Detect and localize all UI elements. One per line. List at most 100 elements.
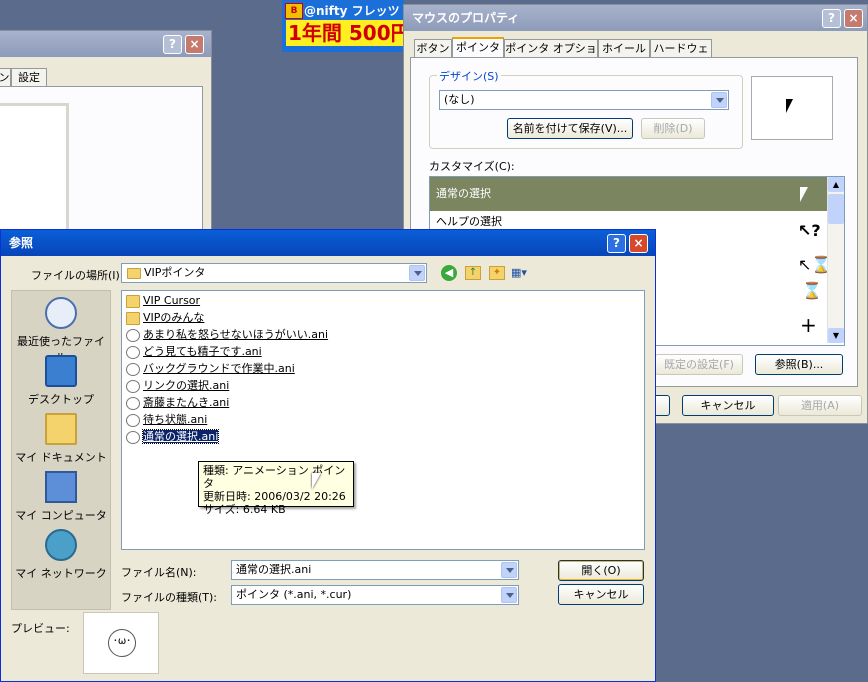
list-item[interactable]: あまり私を怒らせないほうがいい.ani <box>126 327 328 343</box>
my-network-icon <box>45 529 77 561</box>
place-label: マイ コンピュータ <box>15 509 107 522</box>
crosshair-icon: + <box>800 313 817 337</box>
place-label: デスクトップ <box>28 393 94 406</box>
design-value: (なし) <box>444 93 475 106</box>
chevron-down-icon[interactable] <box>501 587 517 603</box>
up-folder-icon[interactable]: ↑ <box>465 266 481 280</box>
left-window-titlebar: ? × <box>0 31 211 57</box>
places-bar: 最近使ったファイル デスクトップ マイ ドキュメント マイ コンピュータ マイ … <box>11 290 111 610</box>
tab-hardware[interactable]: ハードウェア <box>650 39 712 72</box>
filetype-value: ポインタ (*.ani, *.cur) <box>236 588 352 601</box>
scroll-down-icon[interactable]: ▼ <box>828 328 844 343</box>
chevron-down-icon[interactable] <box>711 92 727 108</box>
place-label: マイ ネットワーク <box>15 567 107 580</box>
browse-button[interactable]: 参照(B)... <box>755 354 843 375</box>
ad-logo-icon: B <box>285 3 303 19</box>
cursor-item-label: ヘルプの選択 <box>436 215 502 228</box>
preview-label: プレビュー: <box>11 622 70 635</box>
cursor-item-label: 通常の選択 <box>436 187 491 200</box>
cancel-button[interactable]: キャンセル <box>682 395 774 416</box>
back-icon[interactable]: ◀ <box>441 265 457 281</box>
look-in-label: ファイルの場所(I): <box>31 269 124 282</box>
file-list[interactable]: VIP Cursor VIPのみんな あまり私を怒らせないほうがいい.ani ど… <box>121 290 645 550</box>
help-icon[interactable]: ? <box>822 9 841 28</box>
list-item[interactable]: どう見ても精子です.ani <box>126 344 262 360</box>
filetype-select[interactable]: ポインタ (*.ani, *.cur) <box>231 585 519 605</box>
my-computer-icon <box>45 471 77 503</box>
close-icon[interactable]: × <box>185 35 204 54</box>
look-in-select[interactable]: VIPポインタ <box>121 263 427 283</box>
ad-banner[interactable]: B @nifty フレッツ・AD 1年間 500円 / <box>282 0 404 52</box>
cancel-button[interactable]: キャンセル <box>558 584 644 605</box>
place-my-network[interactable]: マイ ネットワーク <box>12 527 110 583</box>
chevron-down-icon[interactable] <box>409 265 425 281</box>
mouse-properties-titlebar: マウスのプロパティ ? × <box>404 5 867 31</box>
my-documents-icon <box>45 413 77 445</box>
animated-cursor-icon <box>126 396 140 410</box>
scroll-thumb[interactable] <box>828 194 844 224</box>
list-item[interactable]: 待ち状態.ani <box>126 412 207 428</box>
chevron-down-icon[interactable] <box>501 562 517 578</box>
list-item[interactable]: 斎藤またんき.ani <box>126 395 229 411</box>
close-icon[interactable]: × <box>844 9 863 28</box>
customize-label: カスタマイズ(C): <box>429 160 515 173</box>
place-recent[interactable]: 最近使ったファイル <box>12 295 110 364</box>
tab-partial[interactable]: ン <box>0 68 11 86</box>
scroll-up-icon[interactable]: ▲ <box>828 177 844 192</box>
help-cursor-icon: ↖? <box>798 221 821 240</box>
list-item-selected[interactable]: 通常の選択.ani <box>126 429 220 445</box>
browse-title: 参照 <box>9 236 34 250</box>
cursor-preview-box <box>751 76 833 140</box>
tab-pointer-options[interactable]: ポインタ オプション <box>504 39 598 72</box>
delete-button[interactable]: 削除(D) <box>641 118 705 139</box>
tab-button[interactable]: ボタン <box>414 39 452 57</box>
arrow-cursor-icon <box>800 187 808 202</box>
place-my-documents[interactable]: マイ ドキュメント <box>12 411 110 467</box>
mouse-properties-title: マウスのプロパティ <box>412 11 520 25</box>
folder-icon <box>127 268 141 279</box>
animated-cursor-icon <box>126 430 140 444</box>
filename-value: 通常の選択.ani <box>236 563 312 576</box>
close-icon[interactable]: × <box>629 234 648 253</box>
save-as-button[interactable]: 名前を付けて保存(V)... <box>507 118 633 139</box>
tooltip-modified: 更新日時: 2006/03/2 20:26 <box>203 490 346 503</box>
animated-cursor-icon <box>126 345 140 359</box>
tab-settings[interactable]: 設定 <box>11 68 47 86</box>
cursor-item-selected[interactable]: 通常の選択 <box>430 177 827 211</box>
browse-titlebar: 参照 ? × <box>1 230 655 256</box>
apply-button[interactable]: 適用(A) <box>778 395 862 416</box>
file-tooltip: 種類: アニメーション ポインタ 更新日時: 2006/03/2 20:26 サ… <box>198 461 354 516</box>
desktop-icon <box>45 355 77 387</box>
ad-line1: @nifty フレッツ・AD <box>304 4 404 18</box>
arrow-cursor-icon <box>786 99 793 113</box>
filename-input[interactable]: 通常の選択.ani <box>231 560 519 580</box>
animated-cursor-icon <box>126 362 140 376</box>
list-item[interactable]: VIP Cursor <box>126 293 200 309</box>
new-folder-icon[interactable]: ✦ <box>489 266 505 280</box>
folder-icon <box>126 311 140 325</box>
look-in-value: VIPポインタ <box>144 266 206 279</box>
recent-files-icon <box>45 297 77 329</box>
place-my-computer[interactable]: マイ コンピュータ <box>12 469 110 525</box>
tab-wheel[interactable]: ホイール <box>598 39 650 57</box>
ghost-cursor-icon: ･ω･ <box>108 629 136 657</box>
place-label: マイ ドキュメント <box>15 451 107 464</box>
animated-cursor-icon <box>126 379 140 393</box>
design-label: デザイン(S) <box>437 68 501 84</box>
help-icon[interactable]: ? <box>607 234 626 253</box>
place-desktop[interactable]: デスクトップ <box>12 353 110 409</box>
scrollbar[interactable]: ▲ ▼ <box>827 177 844 343</box>
design-select[interactable]: (なし) <box>439 90 729 110</box>
list-item[interactable]: バックグラウンドで作業中.ani <box>126 361 295 377</box>
list-item[interactable]: VIPのみんな <box>126 310 204 326</box>
help-icon[interactable]: ? <box>163 35 182 54</box>
default-settings-button[interactable]: 既定の設定(F) <box>655 354 743 375</box>
mouse-pointer-icon <box>312 473 321 489</box>
folder-icon <box>126 294 140 308</box>
list-item[interactable]: リンクの選択.ani <box>126 378 229 394</box>
view-menu-icon[interactable]: ▦▾ <box>511 266 533 280</box>
tab-pointer[interactable]: ポインタ <box>452 37 504 57</box>
cursor-item[interactable]: ヘルプの選択 <box>436 215 502 229</box>
animated-cursor-icon <box>126 413 140 427</box>
open-button[interactable]: 開く(O) <box>558 560 644 581</box>
